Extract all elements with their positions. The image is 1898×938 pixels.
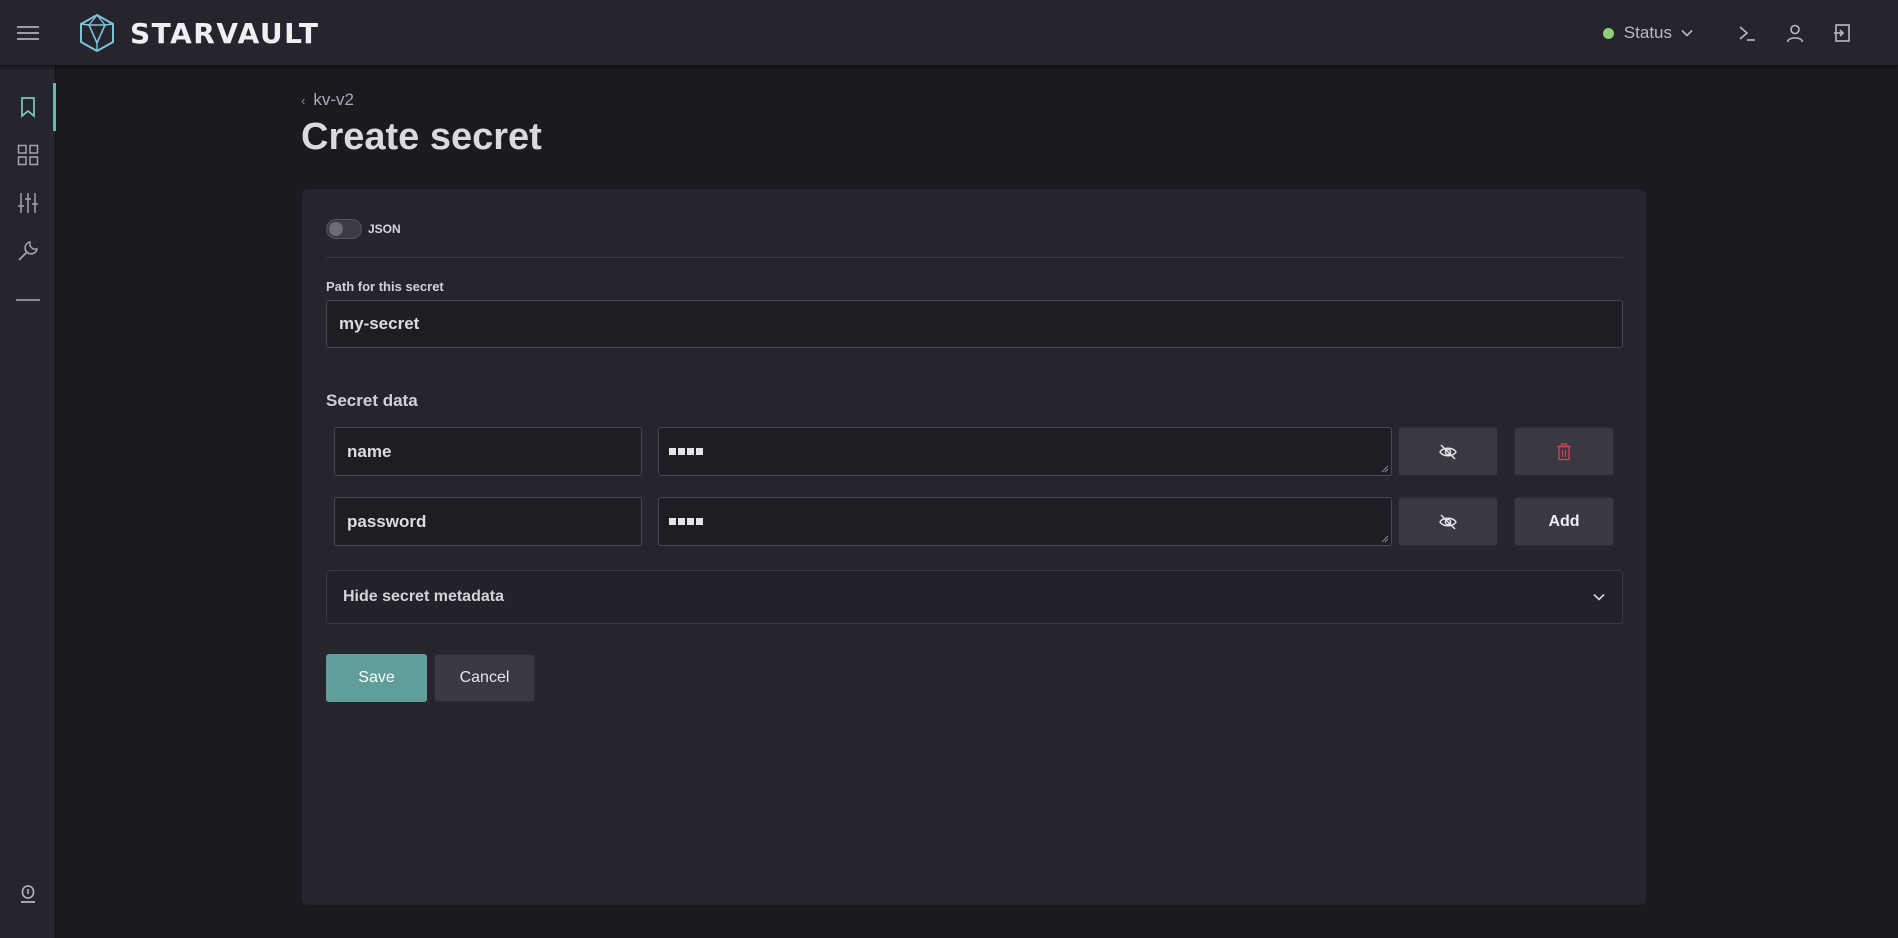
header-actions: Status	[1602, 16, 1860, 50]
secret-value-input[interactable]	[658, 427, 1392, 476]
terminal-icon[interactable]	[1730, 16, 1764, 50]
chevron-down-icon	[1681, 29, 1693, 37]
sidebar-item-secrets[interactable]	[0, 83, 56, 131]
json-toggle[interactable]	[326, 219, 362, 239]
status-menu[interactable]: Status	[1602, 23, 1694, 43]
breadcrumb-label: kv-v2	[313, 90, 354, 109]
bookmark-icon	[21, 97, 35, 118]
breadcrumb[interactable]: ‹ kv-v2	[301, 90, 354, 110]
masked-value	[669, 448, 705, 455]
json-toggle-label: JSON	[368, 222, 401, 236]
trash-icon	[1557, 442, 1571, 460]
info-icon	[21, 885, 35, 903]
top-bar: STARVAULT Status	[0, 0, 1898, 66]
page-title: Create secret	[301, 116, 542, 158]
secret-data-title: Secret data	[326, 391, 418, 410]
status-indicator	[1602, 27, 1614, 39]
delete-row-button[interactable]	[1514, 427, 1614, 476]
secret-key-input[interactable]	[334, 427, 642, 476]
app-logo[interactable]: STARVAULT	[78, 12, 319, 54]
toggle-visibility-button[interactable]	[1398, 497, 1498, 546]
masked-value	[669, 518, 705, 525]
path-label: Path for this secret	[326, 279, 444, 294]
json-toggle-row: JSON	[326, 219, 401, 239]
chevron-down-icon	[1593, 593, 1605, 601]
logo-icon	[80, 13, 114, 53]
resize-handle-icon[interactable]	[1381, 535, 1389, 543]
divider	[326, 257, 1623, 258]
secret-key-input[interactable]	[334, 497, 642, 546]
path-input[interactable]	[326, 300, 1623, 348]
toggle-knob	[329, 222, 343, 236]
eye-off-icon	[1439, 514, 1457, 529]
secret-value-input[interactable]	[658, 497, 1392, 546]
sidebar-divider	[16, 299, 40, 301]
secret-metadata-toggle[interactable]: Hide secret metadata	[326, 570, 1623, 624]
status-label: Status	[1623, 23, 1672, 42]
sidebar-item-info[interactable]	[0, 870, 56, 918]
menu-icon[interactable]	[14, 20, 42, 46]
metadata-label: Hide secret metadata	[343, 588, 504, 605]
create-secret-form: JSON Path for this secret Secret data	[302, 189, 1646, 905]
logout-icon[interactable]	[1826, 16, 1860, 50]
tools-icon	[18, 241, 38, 261]
toggle-visibility-button[interactable]	[1398, 427, 1498, 476]
sidebar-item-settings[interactable]	[0, 179, 56, 227]
dashboard-icon	[17, 144, 39, 166]
resize-handle-icon[interactable]	[1381, 465, 1389, 473]
eye-off-icon	[1439, 444, 1457, 459]
add-row-button[interactable]: Add	[1514, 497, 1614, 546]
cancel-button[interactable]: Cancel	[434, 654, 535, 702]
sidebar	[0, 66, 56, 938]
brand-name: STARVAULT	[130, 16, 320, 50]
chevron-left-icon: ‹	[301, 92, 306, 108]
save-button[interactable]: Save	[326, 654, 427, 702]
sidebar-item-dashboard[interactable]	[0, 131, 56, 179]
sliders-icon	[18, 193, 38, 213]
user-icon[interactable]	[1778, 16, 1812, 50]
sidebar-item-tools[interactable]	[0, 227, 56, 275]
